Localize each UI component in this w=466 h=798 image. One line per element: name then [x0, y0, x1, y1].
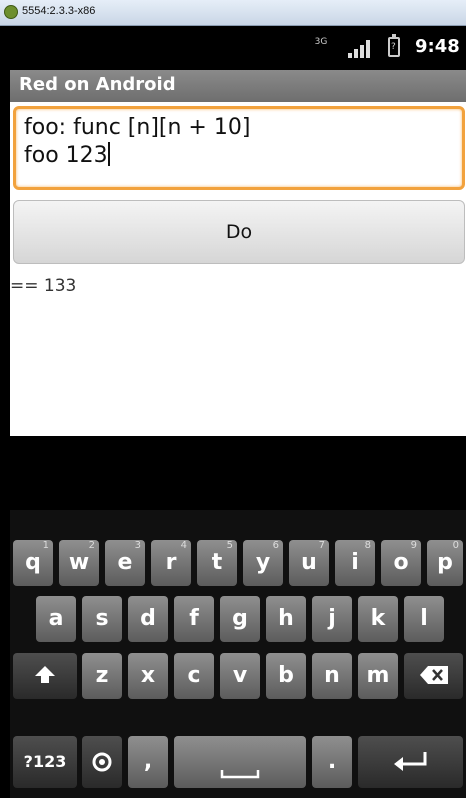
key-z[interactable]: z: [82, 653, 122, 699]
key-o[interactable]: 9o: [381, 540, 421, 586]
key-s[interactable]: s: [82, 596, 122, 642]
do-button-label: Do: [225, 221, 253, 243]
app-content: foo: func [n][n + 10] foo 123 Do == 133: [10, 102, 466, 436]
key-v[interactable]: v: [220, 653, 260, 699]
code-line-2-text: foo 123: [24, 143, 108, 168]
shift-key[interactable]: [13, 653, 77, 699]
key-i[interactable]: 8i: [335, 540, 375, 586]
key-q[interactable]: 1q: [13, 540, 53, 586]
app-titlebar: Red on Android: [10, 70, 466, 102]
result-output: == 133: [10, 276, 77, 296]
window-title: 5554:2.3.3-x86: [22, 5, 96, 17]
key-m[interactable]: m: [358, 653, 398, 699]
key-d[interactable]: d: [128, 596, 168, 642]
key-x[interactable]: x: [128, 653, 168, 699]
code-line-2: foo 123: [24, 142, 454, 170]
key-f[interactable]: f: [174, 596, 214, 642]
key-r[interactable]: 4r: [151, 540, 191, 586]
enter-arrow-icon: [393, 752, 426, 771]
code-line-1: foo: func [n][n + 10]: [24, 115, 251, 140]
key-h[interactable]: h: [266, 596, 306, 642]
battery-icon: ?: [388, 34, 400, 57]
backspace-key[interactable]: [404, 653, 463, 699]
emulator-window: 5554:2.3.3-x86 3G ? 9:48 Red on Android …: [0, 0, 466, 798]
key-k[interactable]: k: [358, 596, 398, 642]
shift-arrow-icon: [35, 666, 55, 683]
key-n[interactable]: n: [312, 653, 352, 699]
backspace-icon: [419, 666, 448, 684]
comma-key[interactable]: ,: [128, 736, 168, 788]
key-u[interactable]: 7u: [289, 540, 329, 586]
key-a[interactable]: a: [36, 596, 76, 642]
enter-key[interactable]: [358, 736, 463, 788]
settings-key[interactable]: [82, 736, 122, 788]
code-input[interactable]: foo: func [n][n + 10] foo 123: [13, 106, 465, 190]
text-cursor: [107, 142, 110, 166]
status-bar: 3G ? 9:48: [10, 26, 466, 70]
app-title: Red on Android: [19, 74, 176, 95]
period-key[interactable]: .: [312, 736, 352, 788]
soft-keyboard: 1q 2w 3e 4r 5t 6y 7u 8i 9o 0p a s d f g …: [10, 510, 466, 798]
key-y[interactable]: 6y: [243, 540, 283, 586]
key-e[interactable]: 3e: [105, 540, 145, 586]
key-c[interactable]: c: [174, 653, 214, 699]
network-3g-icon: 3G: [314, 37, 328, 47]
symbols-key[interactable]: ?123: [13, 736, 77, 788]
phone-screen: 3G ? 9:48 Red on Android foo: func [n][n…: [10, 26, 466, 798]
key-l[interactable]: l: [404, 596, 444, 642]
do-button[interactable]: Do: [13, 200, 465, 264]
window-titlebar[interactable]: 5554:2.3.3-x86: [0, 0, 466, 26]
space-bar-icon: [220, 770, 260, 779]
android-emulator-icon: [4, 5, 18, 19]
status-time: 9:48: [415, 36, 460, 57]
key-j[interactable]: j: [312, 596, 352, 642]
key-b[interactable]: b: [266, 653, 306, 699]
space-key[interactable]: [174, 736, 306, 788]
key-g[interactable]: g: [220, 596, 260, 642]
key-p[interactable]: 0p: [427, 540, 463, 586]
settings-gear-icon: [92, 752, 112, 772]
signal-strength-icon: [348, 40, 372, 58]
key-t[interactable]: 5t: [197, 540, 237, 586]
key-w[interactable]: 2w: [59, 540, 99, 586]
